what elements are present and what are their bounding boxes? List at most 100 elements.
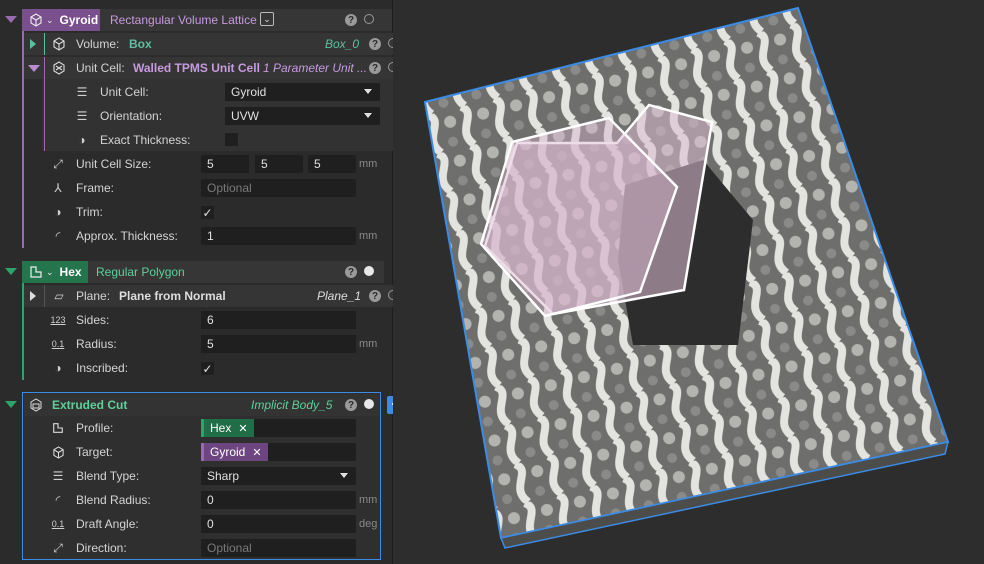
unit-cell-icon (51, 60, 67, 76)
cell-type-dropdown[interactable]: Gyroid (225, 83, 380, 101)
lattice-render[interactable] (393, 0, 984, 564)
direction-input[interactable]: Optional (201, 539, 356, 557)
draft-angle-label: Draft Angle: (76, 517, 139, 531)
chevron-down-icon[interactable]: ⌄ (46, 267, 54, 278)
sides-input[interactable]: 6 (201, 311, 356, 329)
axes-icon: ⅄ (54, 181, 62, 195)
box-icon (51, 36, 67, 52)
arc-radius-icon: ◜ (55, 493, 61, 507)
remove-icon[interactable]: ✕ (252, 446, 261, 459)
unit-cell-row[interactable]: Unit Cell: Walled TPMS Unit Cell 1 Param… (24, 57, 406, 79)
help-icon[interactable]: ? (369, 62, 381, 74)
hex-badge[interactable]: ⌄ Hex (22, 261, 88, 283)
list-icon: ☰ (52, 469, 64, 483)
type-dropdown-icon[interactable]: ⌄ (260, 12, 274, 26)
volume-label: Volume: (76, 37, 120, 51)
plane-label: Plane: (76, 289, 111, 303)
profile-field[interactable]: Hex ✕ (201, 419, 356, 437)
unit-cell-label: Unit Cell: (76, 61, 125, 75)
volume-row[interactable]: Volume: Box Box_0 ? (24, 33, 406, 55)
half-circle-icon: ◑ (54, 361, 62, 375)
gyroid-badge[interactable]: ⌄ Gyroid (22, 9, 100, 31)
volume-value[interactable]: Box (129, 37, 152, 51)
blend-radius-input[interactable]: 0 (201, 491, 356, 509)
unit-cell-size-label: Unit Cell Size: (76, 157, 152, 171)
unit-cell-size-x-input[interactable]: 5 (201, 155, 249, 173)
radius-label: Radius: (76, 337, 117, 351)
arc-radius-icon: ◜ (55, 229, 61, 243)
help-icon[interactable]: ? (369, 38, 381, 50)
collapse-unit-cell-icon[interactable] (28, 64, 40, 72)
profile-tag-label: Hex (210, 421, 232, 435)
target-field[interactable]: Gyroid ✕ (201, 443, 356, 461)
unit-label: deg (359, 518, 378, 530)
help-icon[interactable]: ? (345, 14, 357, 26)
exact-thickness-label: Exact Thickness: (100, 133, 191, 147)
help-icon[interactable]: ? (345, 266, 357, 278)
cut-header[interactable]: Extruded Cut Implicit Body_5 ? (24, 394, 379, 416)
inscribed-label: Inscribed: (76, 361, 129, 375)
unit-label: mm (359, 158, 378, 170)
target-tag-label: Gyroid (210, 445, 246, 459)
gyroid-title: Gyroid (59, 13, 99, 27)
cut-ref[interactable]: Implicit Body_5 (251, 398, 332, 412)
collapse-gyroid-icon[interactable] (5, 16, 17, 23)
divider (44, 33, 45, 55)
plane-ref[interactable]: Plane_1 (317, 289, 361, 303)
target-tag[interactable]: Gyroid ✕ (201, 443, 268, 461)
radius-input[interactable]: 5 (201, 335, 356, 353)
draft-angle-input[interactable]: 0 (201, 515, 356, 533)
visibility-circle-icon[interactable] (364, 399, 374, 409)
unit-label: mm (359, 230, 378, 242)
blend-type-label: Blend Type: (76, 469, 140, 483)
expand-plane-icon[interactable] (30, 291, 36, 301)
decimal-icon: 0.1 (51, 519, 65, 529)
unit-label: mm (359, 338, 378, 350)
frame-label: Frame: (76, 181, 115, 195)
hex-type: Regular Polygon (96, 265, 185, 279)
unit-cell-size-y-input[interactable]: 5 (255, 155, 303, 173)
polygon-icon (50, 420, 66, 436)
visibility-circle-icon[interactable] (364, 14, 374, 24)
trim-checkbox[interactable]: ✓ (201, 206, 214, 220)
list-icon: ☰ (76, 109, 88, 123)
volume-ref[interactable]: Box_0 (325, 37, 359, 51)
collapse-hex-icon[interactable] (5, 268, 17, 275)
profile-tag[interactable]: Hex ✕ (201, 419, 254, 437)
blend-radius-label: Blend Radius: (76, 493, 151, 507)
blend-type-value: Sharp (207, 469, 240, 483)
expand-volume-icon[interactable] (30, 39, 36, 49)
visibility-circle-icon[interactable] (364, 266, 374, 276)
hex-header[interactable]: ⌄ Hex Regular Polygon ? (22, 261, 384, 283)
hex-title: Hex (59, 265, 82, 279)
help-icon[interactable]: ? (369, 290, 381, 302)
orientation-label: Orientation: (100, 109, 163, 123)
frame-input[interactable]: Optional (201, 179, 356, 197)
extruded-cut-icon (28, 397, 44, 413)
dropdown-arrow-icon (364, 113, 372, 118)
plane-value[interactable]: Plane from Normal (119, 289, 226, 303)
chevron-down-icon[interactable]: ⌄ (46, 15, 54, 26)
dropdown-arrow-icon (340, 473, 348, 478)
unit-cell-value[interactable]: Walled TPMS Unit Cell (133, 61, 260, 75)
blend-type-dropdown[interactable]: Sharp (201, 467, 356, 485)
inscribed-checkbox[interactable]: ✓ (201, 362, 214, 376)
direction-label: Direction: (76, 541, 127, 555)
unit-cell-ref[interactable]: 1 Parameter Unit ... (263, 61, 367, 75)
diagonal-arrow-icon: ⤢ (53, 156, 63, 171)
gyroid-header[interactable]: ⌄ Gyroid Rectangular Volume Lattice ⌄ ? (22, 9, 392, 31)
help-icon[interactable]: ? (345, 399, 357, 411)
unit-cell-size-z-input[interactable]: 5 (308, 155, 356, 173)
orientation-dropdown[interactable]: UVW (225, 107, 380, 125)
plane-row[interactable]: ▱ Plane: Plane from Normal Plane_1 ? (24, 285, 406, 307)
dropdown-arrow-icon (364, 89, 372, 94)
exact-thickness-row: ◑ Exact Thickness: (42, 129, 406, 151)
exact-thickness-checkbox[interactable] (225, 133, 238, 146)
3d-viewport[interactable] (393, 0, 984, 564)
approx-thickness-input[interactable]: 1 (201, 227, 356, 245)
target-label: Target: (76, 445, 113, 459)
collapse-cut-icon[interactable] (5, 401, 17, 408)
remove-icon[interactable]: ✕ (238, 422, 247, 435)
divider (44, 285, 45, 307)
half-circle-icon: ◑ (54, 205, 62, 219)
